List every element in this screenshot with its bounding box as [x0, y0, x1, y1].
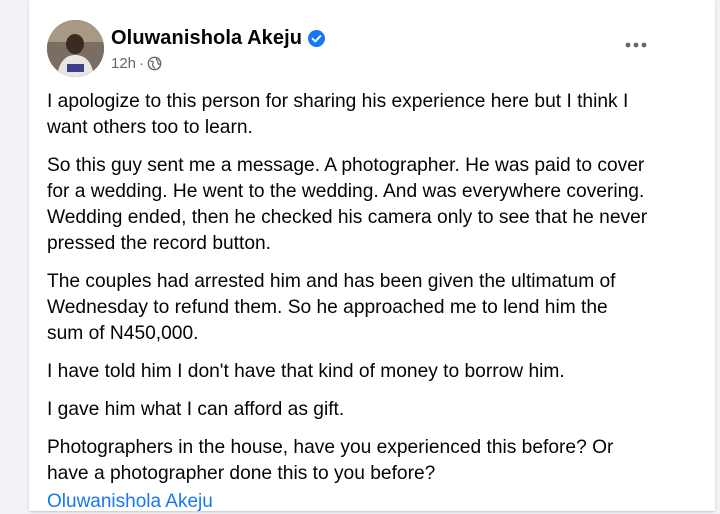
post-paragraph: Photographers in the house, have you exp… [47, 435, 697, 487]
post-line: I gave him what I can afford as gift. [47, 399, 345, 420]
post-line: I have told him I don't have that kind o… [47, 361, 565, 382]
post-line: So this guy sent me a message. A photogr… [47, 155, 645, 176]
post-paragraph: I gave him what I can afford as gift. [47, 397, 697, 423]
post-text: I apologize to this person for sharing h… [47, 89, 697, 499]
post-line: The couples had arrested him and has bee… [47, 271, 616, 292]
author-profile-link[interactable]: Oluwanishola Akeju [47, 490, 213, 514]
post-line: for a wedding. He went to the wedding. A… [47, 181, 645, 202]
post-line: Wedding ended, then he checked his camer… [47, 207, 648, 228]
post-paragraph: So this guy sent me a message. A photogr… [47, 153, 697, 257]
post-timestamp[interactable]: 12h [111, 55, 136, 72]
author-row: Oluwanishola Akeju [111, 27, 326, 50]
more-options-icon [625, 42, 647, 48]
more-options-button[interactable] [621, 32, 651, 58]
post-paragraph: The couples had arrested him and has bee… [47, 269, 697, 347]
avatar[interactable] [47, 20, 104, 77]
post-line: sum of N450,000. [47, 323, 199, 344]
post-line: Wednesday to refund them. So he approach… [47, 297, 608, 318]
author-name[interactable]: Oluwanishola Akeju [111, 27, 302, 50]
post-line: Photographers in the house, have you exp… [47, 437, 614, 458]
post-line: I apologize to this person for sharing h… [47, 91, 629, 112]
globe-icon [147, 56, 162, 71]
meta-separator: · [139, 55, 145, 72]
post-line: pressed the record button. [47, 233, 271, 254]
post-paragraph: I apologize to this person for sharing h… [47, 89, 697, 141]
post-paragraph: I have told him I don't have that kind o… [47, 359, 697, 385]
post-meta: 12h · [111, 55, 162, 72]
verified-badge-icon [308, 30, 326, 47]
post-line: want others too to learn. [47, 117, 253, 138]
post-line: have a photographer done this to you bef… [47, 463, 436, 484]
post-card: Oluwanishola Akeju 12h · I apologize to … [29, 0, 715, 514]
avatar-photo [47, 20, 104, 77]
